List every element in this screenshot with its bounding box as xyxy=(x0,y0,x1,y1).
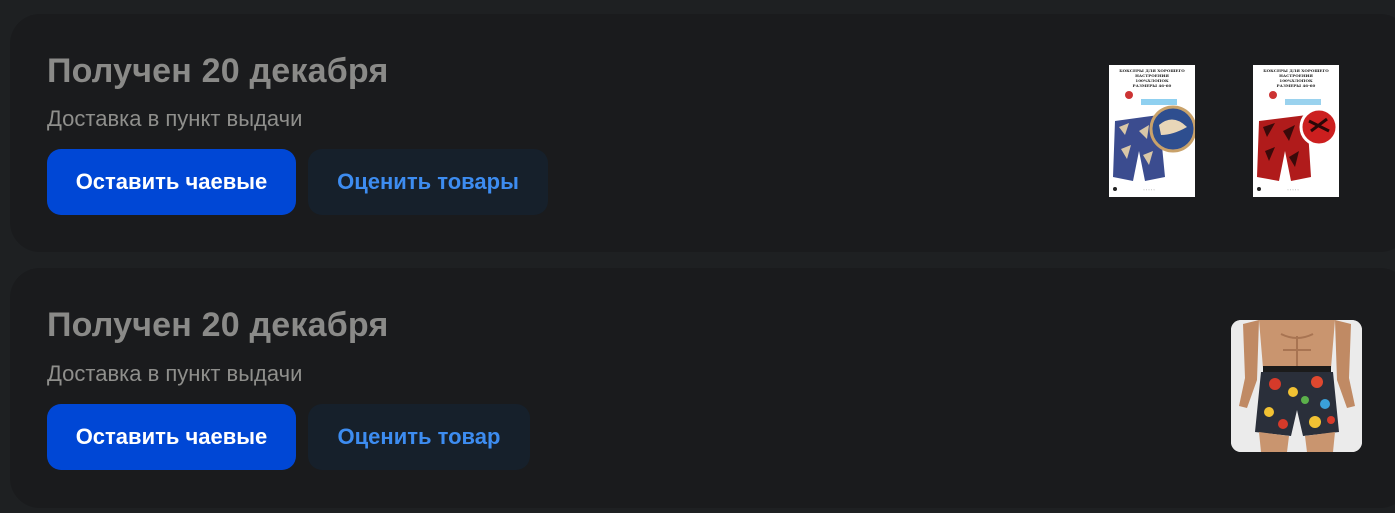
order-status-title: Получен 20 декабря xyxy=(47,306,389,344)
product-thumbnail[interactable]: БОКСЕРЫ ДЛЯ ХОРОШЕГО НАСТРОЕНИЯ 100%ХЛОП… xyxy=(1253,65,1339,197)
svg-text:РАЗМЕРЫ 46-60: РАЗМЕРЫ 46-60 xyxy=(1277,83,1316,88)
rate-product-button[interactable]: Оценить товар xyxy=(308,404,530,470)
order-status-title: Получен 20 декабря xyxy=(47,52,389,90)
order-card[interactable]: Получен 20 декабря Доставка в пункт выда… xyxy=(10,268,1395,508)
leave-tip-button[interactable]: Оставить чаевые xyxy=(47,149,296,215)
delivery-method: Доставка в пункт выдачи xyxy=(47,106,303,131)
order-card[interactable]: Получен 20 декабря Доставка в пункт выда… xyxy=(10,14,1395,252)
svg-text:◦ ◦ ◦ ◦ ◦: ◦ ◦ ◦ ◦ ◦ xyxy=(1143,187,1155,192)
product-thumbnail[interactable]: БОКСЕРЫ ДЛЯ ХОРОШЕГО НАСТРОЕНИЯ 100%ХЛОП… xyxy=(1109,65,1195,197)
product-thumbnail[interactable] xyxy=(1231,320,1362,452)
boxers-blue-print-image: БОКСЕРЫ ДЛЯ ХОРОШЕГО НАСТРОЕНИЯ 100%ХЛОП… xyxy=(1109,65,1195,197)
leave-tip-button[interactable]: Оставить чаевые xyxy=(47,404,296,470)
boxers-red-print-image: БОКСЕРЫ ДЛЯ ХОРОШЕГО НАСТРОЕНИЯ 100%ХЛОП… xyxy=(1253,65,1339,197)
boxers-floral-model-image xyxy=(1231,320,1362,452)
delivery-method: Доставка в пункт выдачи xyxy=(47,361,303,386)
svg-text:РАЗМЕРЫ 46-60: РАЗМЕРЫ 46-60 xyxy=(1133,83,1172,88)
orders-page: Получен 20 декабря Доставка в пункт выда… xyxy=(0,0,1395,513)
rate-products-button[interactable]: Оценить товары xyxy=(308,149,548,215)
svg-text:◦ ◦ ◦ ◦ ◦: ◦ ◦ ◦ ◦ ◦ xyxy=(1287,187,1299,192)
